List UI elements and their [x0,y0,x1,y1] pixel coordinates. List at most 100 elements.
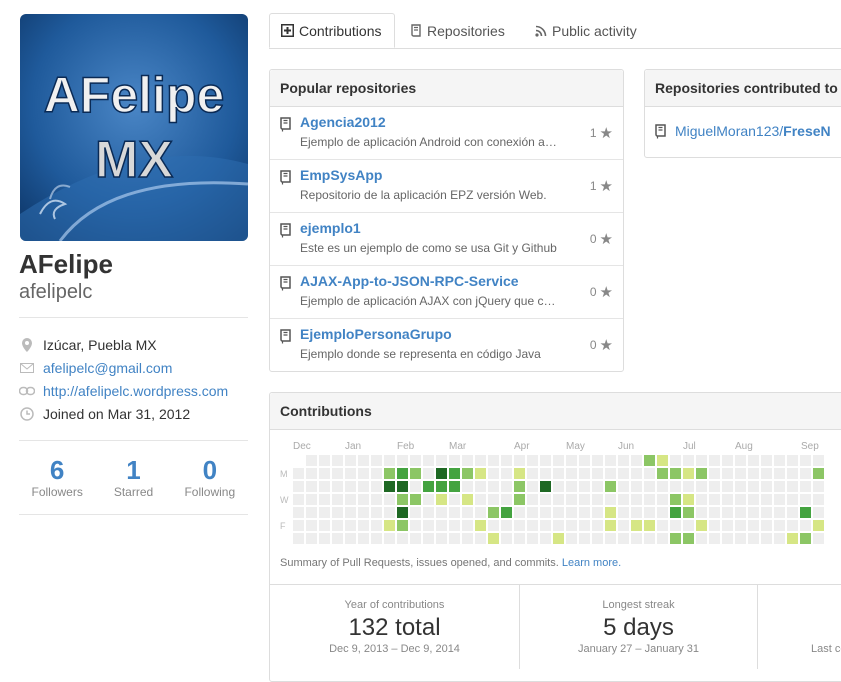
calendar-day[interactable] [644,533,655,544]
calendar-day[interactable] [657,507,668,518]
calendar-day[interactable] [631,481,642,492]
calendar-day[interactable] [514,468,525,479]
calendar-day[interactable] [345,520,356,531]
calendar-day[interactable] [358,481,369,492]
calendar-day[interactable] [462,468,473,479]
calendar-day[interactable] [423,481,434,492]
calendar-day[interactable] [566,494,577,505]
calendar-day[interactable] [683,455,694,466]
calendar-day[interactable] [553,468,564,479]
calendar-day[interactable] [501,455,512,466]
calendar-day[interactable] [709,468,720,479]
calendar-day[interactable] [761,533,772,544]
calendar-day[interactable] [566,455,577,466]
calendar-day[interactable] [410,507,421,518]
calendar-day[interactable] [800,507,811,518]
calendar-day[interactable] [657,533,668,544]
calendar-day[interactable] [735,520,746,531]
calendar-day[interactable] [462,494,473,505]
calendar-day[interactable] [735,468,746,479]
calendar-day[interactable] [722,481,733,492]
calendar-day[interactable] [579,533,590,544]
calendar-day[interactable] [319,507,330,518]
calendar-day[interactable] [800,481,811,492]
calendar-day[interactable] [553,455,564,466]
calendar-day[interactable] [462,507,473,518]
calendar-day[interactable] [566,507,577,518]
calendar-day[interactable] [787,455,798,466]
calendar-day[interactable] [631,507,642,518]
calendar-day[interactable] [618,520,629,531]
calendar-day[interactable] [735,481,746,492]
calendar-day[interactable] [748,481,759,492]
calendar-day[interactable] [670,520,681,531]
calendar-day[interactable] [319,481,330,492]
calendar-day[interactable] [566,533,577,544]
calendar-day[interactable] [397,520,408,531]
calendar-day[interactable] [384,507,395,518]
calendar-day[interactable] [644,481,655,492]
calendar-day[interactable] [293,533,304,544]
calendar-day[interactable] [397,481,408,492]
calendar-day[interactable] [722,455,733,466]
calendar-day[interactable] [293,520,304,531]
calendar-day[interactable] [644,520,655,531]
contributed-repo-link[interactable]: MiguelMoran123/FreseN [675,123,831,139]
calendar-day[interactable] [475,481,486,492]
calendar-day[interactable] [540,481,551,492]
calendar-day[interactable] [579,481,590,492]
calendar-day[interactable] [787,468,798,479]
calendar-day[interactable] [358,494,369,505]
calendar-day[interactable] [774,507,785,518]
calendar-day[interactable] [605,520,616,531]
calendar-day[interactable] [813,468,824,479]
calendar-day[interactable] [319,520,330,531]
calendar-day[interactable] [670,455,681,466]
calendar-day[interactable] [345,507,356,518]
calendar-day[interactable] [527,468,538,479]
calendar-day[interactable] [618,494,629,505]
calendar-day[interactable] [397,533,408,544]
calendar-day[interactable] [696,481,707,492]
calendar-day[interactable] [397,494,408,505]
calendar-day[interactable] [332,455,343,466]
calendar-day[interactable] [371,520,382,531]
calendar-day[interactable] [462,533,473,544]
calendar-day[interactable] [670,507,681,518]
calendar-day[interactable] [631,494,642,505]
calendar-day[interactable] [449,533,460,544]
calendar-day[interactable] [423,533,434,544]
calendar-day[interactable] [475,455,486,466]
calendar-day[interactable] [514,455,525,466]
calendar-day[interactable] [423,494,434,505]
calendar-day[interactable] [566,520,577,531]
calendar-day[interactable] [774,455,785,466]
calendar-day[interactable] [436,507,447,518]
calendar-day[interactable] [501,494,512,505]
calendar-day[interactable] [397,507,408,518]
repo-name-link[interactable]: AJAX-App-to-JSON-RPC-Service [300,273,519,289]
calendar-day[interactable] [449,494,460,505]
calendar-day[interactable] [709,494,720,505]
calendar-day[interactable] [345,481,356,492]
repo-name-link[interactable]: Agencia2012 [300,114,386,130]
calendar-day[interactable] [553,494,564,505]
contributed-repo-item[interactable]: MiguelMoran123/FreseN [645,107,841,157]
calendar-day[interactable] [813,494,824,505]
calendar-day[interactable] [631,520,642,531]
calendar-day[interactable] [657,481,668,492]
calendar-day[interactable] [306,507,317,518]
calendar-day[interactable] [644,468,655,479]
tab-public-activity[interactable]: Public activity [535,13,637,48]
calendar-day[interactable] [787,507,798,518]
calendar-day[interactable] [709,520,720,531]
calendar-day[interactable] [722,507,733,518]
calendar-day[interactable] [501,533,512,544]
calendar-day[interactable] [371,481,382,492]
calendar-day[interactable] [670,481,681,492]
calendar-day[interactable] [761,520,772,531]
tab-repositories[interactable]: Repositories [411,13,505,48]
calendar-day[interactable] [306,520,317,531]
stat-following[interactable]: 0 Following [172,455,248,499]
calendar-day[interactable] [345,494,356,505]
